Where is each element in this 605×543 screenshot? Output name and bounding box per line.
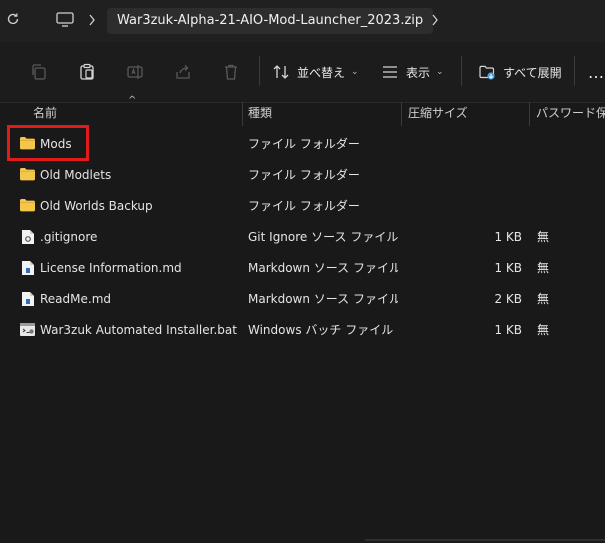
file-password: 無 [537,230,550,244]
file-name: Old Modlets [40,168,112,182]
share-icon[interactable] [174,60,192,84]
sort-label: 並べ替え [297,65,346,80]
refresh-icon[interactable] [6,12,20,29]
column-divider[interactable] [401,102,402,126]
list-item[interactable]: License Information.md Markdown ソース ファイル… [0,253,605,284]
folder-icon [20,168,35,181]
scroll-indicator[interactable] [365,539,605,541]
sort-icon [273,65,289,79]
column-headers: ^ 名前 種類 圧縮サイズ パスワード保... [0,95,605,126]
view-label: 表示 [406,65,431,80]
address-bar: War3zuk-Alpha-21-AIO-Mod-Launcher_2023.z… [0,0,605,42]
file-password: 無 [537,323,550,337]
sort-button[interactable]: 並べ替え ⌄ [272,60,359,84]
batch-file-icon [20,323,35,336]
list-item[interactable]: Old Worlds Backup ファイル フォルダー [0,191,605,222]
file-name: Old Worlds Backup [40,199,153,213]
list-item[interactable]: Old Modlets ファイル フォルダー [0,160,605,191]
this-pc-icon[interactable] [56,12,74,31]
file-name: License Information.md [40,261,182,275]
column-header-name[interactable]: 名前 [33,102,233,124]
gitignore-file-icon [22,230,34,244]
markdown-file-icon [22,261,34,275]
copy-icon[interactable] [30,60,48,84]
rename-icon[interactable] [126,60,144,84]
file-type: ファイル フォルダー [248,168,360,182]
file-type: ファイル フォルダー [248,137,360,151]
file-name: War3zuk Automated Installer.bat [40,323,237,337]
extract-all-button[interactable]: すべて展開 [478,60,562,84]
file-type: Git Ignore ソース ファイル [248,230,398,244]
list-item[interactable]: War3zuk Automated Installer.bat Windows … [0,315,605,346]
list-item[interactable]: ReadMe.md Markdown ソース ファイル 2 KB 無 [0,284,605,315]
markdown-file-icon [22,292,34,306]
column-header-type[interactable]: 種類 [248,102,398,124]
column-header-password[interactable]: パスワード保... [536,102,605,124]
highlight-box [7,125,89,161]
file-type: Markdown ソース ファイル [248,261,398,275]
breadcrumb-chevron-icon[interactable] [431,14,439,29]
paste-icon[interactable] [78,60,96,84]
file-password: 無 [537,261,550,275]
column-header-compressed-size[interactable]: 圧縮サイズ [408,102,523,124]
file-type: Markdown ソース ファイル [248,292,398,306]
list-item[interactable]: .gitignore Git Ignore ソース ファイル 1 KB 無 [0,222,605,253]
file-size: 1 KB [494,323,522,337]
list-item[interactable]: Mods ファイル フォルダー [0,129,605,160]
toolbar-divider [574,56,575,86]
column-divider[interactable] [242,102,243,126]
folder-icon [20,199,35,212]
breadcrumb-chevron-icon[interactable] [88,14,96,29]
extract-folder-icon [479,65,495,80]
chevron-down-icon: ⌄ [351,67,359,77]
chevron-down-icon: ⌄ [436,67,444,77]
breadcrumb-current-folder[interactable]: War3zuk-Alpha-21-AIO-Mod-Launcher_2023.z… [107,8,434,34]
toolbar-divider [259,56,260,86]
toolbar-divider [461,56,462,86]
extract-all-label: すべて展開 [503,65,562,80]
file-type: ファイル フォルダー [248,199,360,213]
file-size: 1 KB [494,261,522,275]
file-name: ReadMe.md [40,292,112,306]
view-list-icon [383,66,397,78]
view-button[interactable]: 表示 ⌄ [381,60,444,84]
delete-icon[interactable] [222,60,240,84]
file-password: 無 [537,292,550,306]
more-icon: … [588,62,604,82]
column-divider[interactable] [529,102,530,126]
file-size: 2 KB [494,292,522,306]
file-type: Windows バッチ ファイル [248,323,394,337]
file-name: .gitignore [40,230,98,244]
file-size: 1 KB [494,230,522,244]
command-bar: 並べ替え ⌄ 表示 ⌄ すべて展開 … [0,42,605,103]
more-options-button[interactable]: … [588,60,604,84]
